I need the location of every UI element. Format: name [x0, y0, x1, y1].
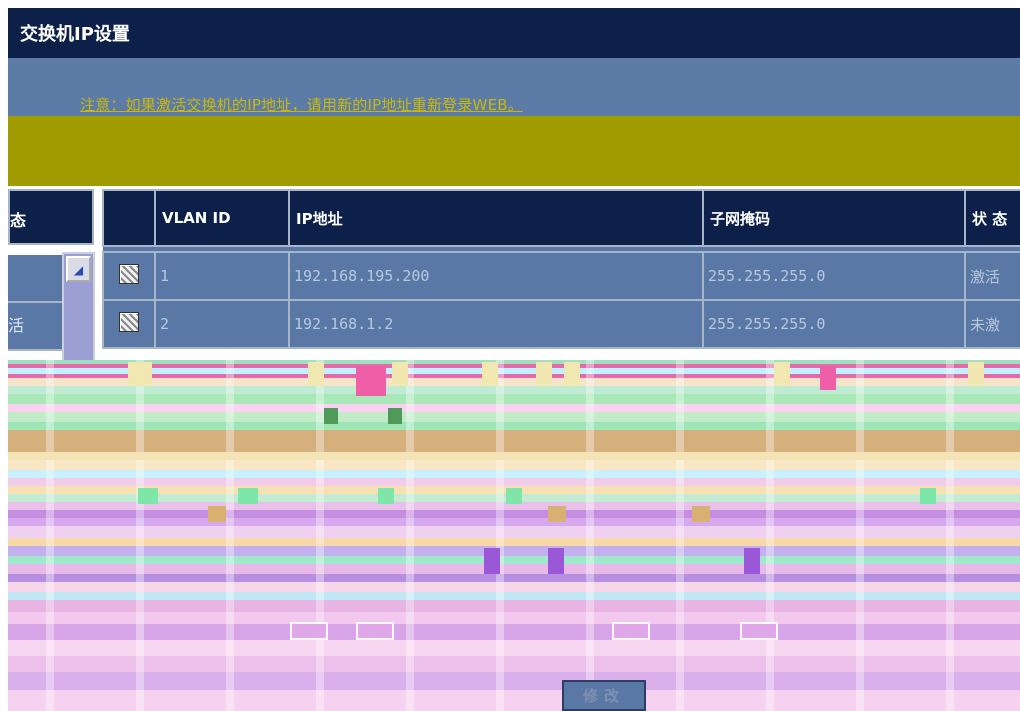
status-cell: 激活: [964, 251, 1020, 301]
artifact-block: [536, 362, 552, 386]
artifact-block: [138, 488, 158, 504]
column-header-vlan-id: VLAN ID: [154, 189, 290, 247]
modify-button[interactable]: 修改: [562, 680, 646, 711]
column-header-select: [102, 189, 156, 247]
column-header-mask: 子网掩码: [702, 189, 966, 247]
artifact-block: [740, 622, 778, 640]
artifact-block: [548, 506, 566, 522]
mask-cell: 255.255.255.0: [702, 299, 966, 349]
artifact-block: [548, 548, 564, 574]
rendering-artifact-area: [8, 360, 1020, 711]
table-header-row: VLAN ID IP地址 子网掩码 状 态: [102, 189, 1020, 247]
checkbox-icon[interactable]: [119, 312, 139, 332]
row-select-cell: [102, 299, 156, 349]
page-title: 交换机IP设置: [20, 24, 130, 45]
table-row: 1 192.168.195.200 255.255.255.0 激活: [102, 251, 1020, 301]
row-select-cell: [102, 251, 156, 301]
artifact-block: [290, 622, 328, 640]
notice-text: 注意：如果激活交换机的IP地址，请用新的IP地址重新登录WEB。: [80, 96, 523, 114]
status-cell: 未激: [964, 299, 1020, 349]
left-row-2: 活: [8, 303, 62, 351]
column-header-status: 状 态: [964, 189, 1020, 247]
checkbox-icon[interactable]: [119, 264, 139, 284]
artifact-block: [692, 506, 710, 522]
artifact-block: [324, 408, 338, 424]
artifact-block: [378, 488, 394, 504]
left-panel-rows: 活: [8, 255, 62, 351]
artifact-block: [388, 408, 402, 424]
scroll-up-icon[interactable]: ◢: [66, 256, 91, 282]
left-panel-header: 态: [8, 189, 94, 245]
artifact-block: [482, 362, 498, 386]
artifact-block: [128, 362, 152, 386]
mask-cell: 255.255.255.0: [702, 251, 966, 301]
olive-band: [8, 116, 1020, 186]
vlan-id-cell: 1: [154, 251, 290, 301]
artifact-block: [968, 362, 984, 386]
column-header-ip: IP地址: [288, 189, 704, 247]
left-row-1: [8, 255, 62, 303]
left-header-glyph: 态: [10, 211, 27, 230]
artifact-block: [920, 488, 936, 504]
vlan-id-cell: 2: [154, 299, 290, 349]
ip-cell: 192.168.1.2: [288, 299, 704, 349]
artifact-block: [308, 362, 324, 386]
artifact-block: [820, 366, 836, 390]
artifact-block: [564, 362, 580, 386]
artifact-block: [238, 488, 258, 504]
artifact-block: [392, 362, 408, 386]
notice-band: 注意：如果激活交换机的IP地址，请用新的IP地址重新登录WEB。: [8, 58, 1020, 116]
artifact-block: [208, 506, 226, 522]
table-row: 2 192.168.1.2 255.255.255.0 未激: [102, 299, 1020, 349]
artifact-block: [356, 622, 394, 640]
ip-cell: 192.168.195.200: [288, 251, 704, 301]
ip-settings-table: VLAN ID IP地址 子网掩码 状 态 1 192.168.195.200 …: [102, 189, 1020, 349]
artifact-block: [484, 548, 500, 574]
artifact-block: [744, 548, 760, 574]
artifact-block: [506, 488, 522, 504]
artifact-block: [612, 622, 650, 640]
title-bar: 交换机IP设置: [8, 8, 1020, 58]
artifact-block: [356, 366, 386, 396]
artifact-band: [8, 452, 1020, 460]
artifact-block: [774, 362, 790, 386]
